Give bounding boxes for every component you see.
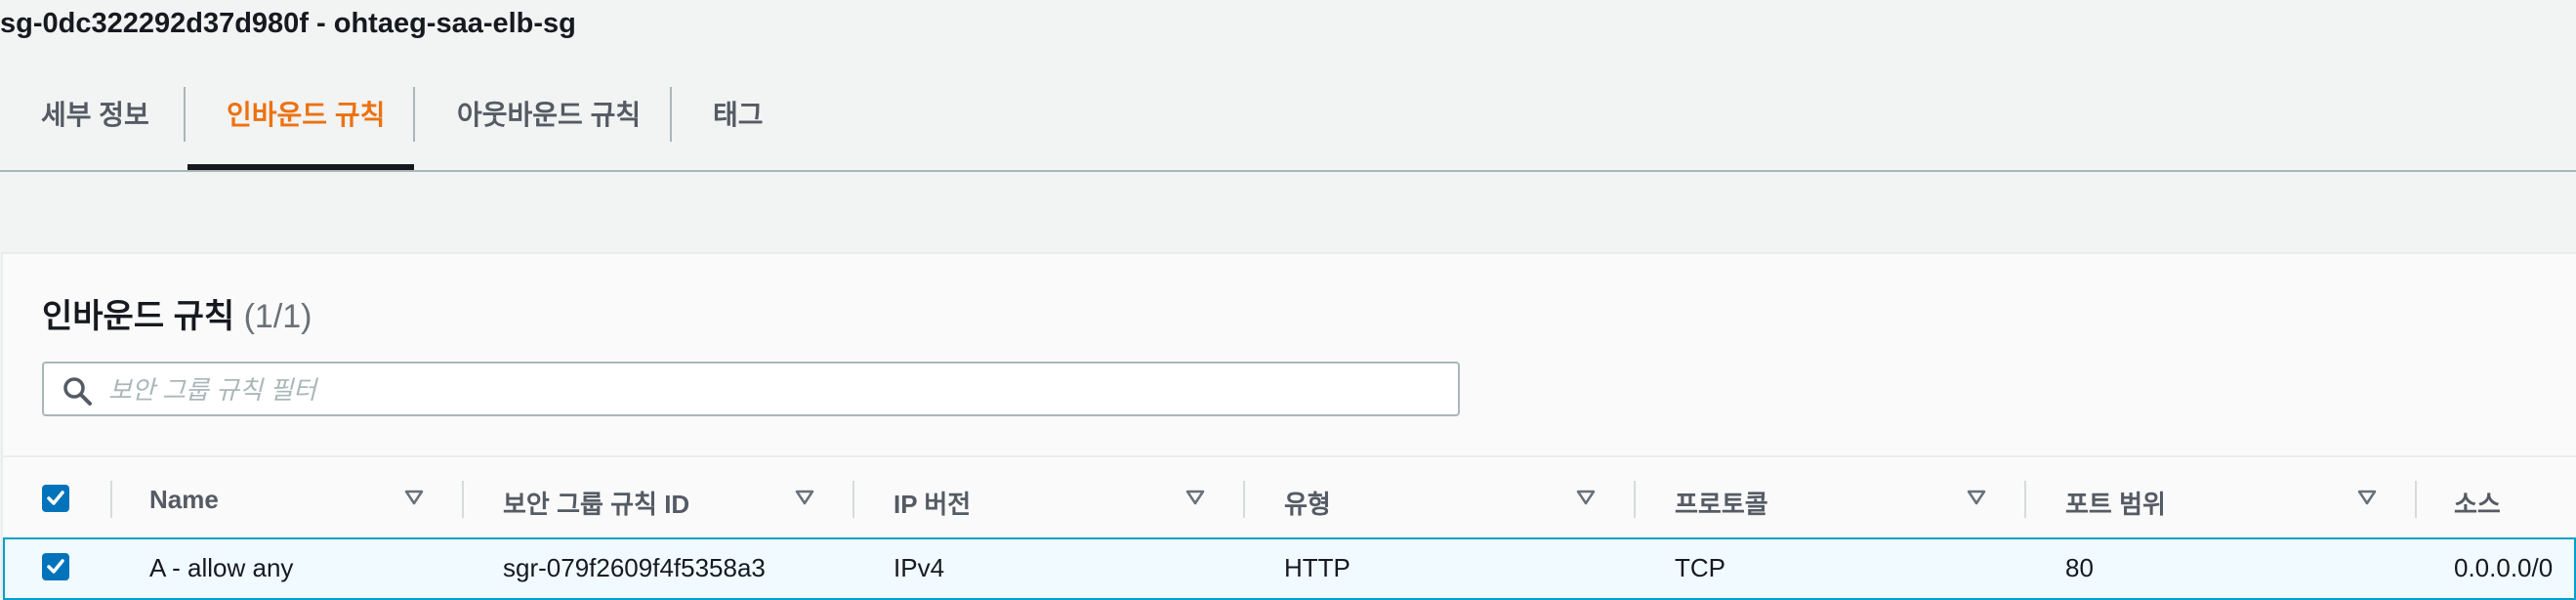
table-row[interactable]: A - allow any sgr-079f2609f4f5358a3 IPv4… xyxy=(3,537,2576,600)
column-divider xyxy=(2024,481,2026,518)
sort-icon[interactable] xyxy=(1966,487,1987,508)
search-icon xyxy=(63,377,92,406)
sort-icon[interactable] xyxy=(794,487,815,508)
sort-icon[interactable] xyxy=(1575,487,1597,508)
rule-filter[interactable] xyxy=(42,362,1460,416)
inbound-rules-panel: 인바운드 규칙 (1/1) Name 보안 그룹 규칙 ID IP 버전 유형 … xyxy=(1,252,2576,600)
cell-name: A - allow any xyxy=(149,553,294,582)
check-icon xyxy=(47,491,64,505)
cell-type: HTTP xyxy=(1284,553,1350,582)
column-header-type[interactable]: 유형 xyxy=(1284,485,1331,521)
tab-inbound-rules[interactable]: 인바운드 규칙 xyxy=(227,70,385,168)
panel-title: 인바운드 규칙 xyxy=(42,298,235,335)
rule-count: (1/1) xyxy=(243,298,312,335)
tab-bar: 세부 정보 인바운드 규칙 아웃바운드 규칙 태그 xyxy=(0,70,2576,172)
tabs-divider xyxy=(0,170,2576,172)
cell-ip-version: IPv4 xyxy=(893,553,945,582)
column-header-port-range[interactable]: 포트 범위 xyxy=(2065,485,2166,521)
check-icon xyxy=(47,559,64,574)
cell-port-range: 80 xyxy=(2065,553,2094,582)
column-header-rule-id[interactable]: 보안 그룹 규칙 ID xyxy=(503,485,689,521)
tab-divider xyxy=(670,87,672,142)
column-divider xyxy=(1243,481,1245,518)
tab-outbound-rules[interactable]: 아웃바운드 규칙 xyxy=(457,70,641,168)
filter-input[interactable] xyxy=(106,364,1448,416)
column-header-name[interactable]: Name xyxy=(149,485,219,515)
column-divider xyxy=(110,481,112,518)
tab-divider xyxy=(413,87,415,142)
column-divider xyxy=(1634,481,1636,518)
select-all-checkbox[interactable] xyxy=(42,485,69,512)
column-divider xyxy=(2415,481,2417,518)
cell-protocol: TCP xyxy=(1675,553,1725,582)
page-title: sg-0dc322292d37d980f - ohtaeg-saa-elb-sg xyxy=(0,8,576,39)
panel-heading: 인바운드 규칙 (1/1) xyxy=(42,289,312,337)
row-select-checkbox[interactable] xyxy=(42,553,69,580)
sort-icon[interactable] xyxy=(403,487,425,508)
cell-rule-id: sgr-079f2609f4f5358a3 xyxy=(503,553,766,582)
column-header-source[interactable]: 소스 xyxy=(2454,485,2501,521)
table-header: Name 보안 그룹 규칙 ID IP 버전 유형 프로토콜 포트 범위 소스 xyxy=(3,455,2576,541)
column-header-protocol[interactable]: 프로토콜 xyxy=(1675,485,1768,521)
column-header-ip-version[interactable]: IP 버전 xyxy=(893,485,971,521)
tab-divider xyxy=(184,87,186,142)
tab-tags[interactable]: 태그 xyxy=(713,70,764,168)
cell-source: 0.0.0.0/0 xyxy=(2454,553,2554,582)
column-divider xyxy=(462,481,464,518)
tab-details[interactable]: 세부 정보 xyxy=(41,70,149,168)
column-divider xyxy=(852,481,854,518)
sort-icon[interactable] xyxy=(1184,487,1206,508)
sort-icon[interactable] xyxy=(2356,487,2378,508)
